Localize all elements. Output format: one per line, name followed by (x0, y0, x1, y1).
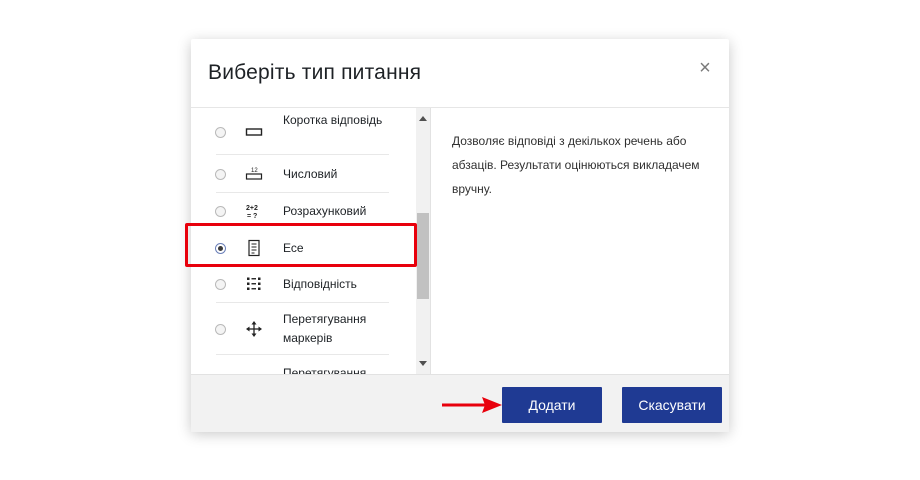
short-answer-icon (245, 128, 263, 136)
essay-highlight-box (185, 223, 417, 267)
radio-drag-markers[interactable] (215, 324, 226, 335)
calc-icon-top: 2+2 (246, 205, 258, 212)
option-label: Коротка відповідь (283, 113, 383, 127)
option-label: Числовий (283, 167, 338, 181)
option-label: Перетягування (283, 366, 367, 374)
numerical-icon: 12 (245, 168, 263, 180)
option-drag-cutoff[interactable]: Перетягування (191, 355, 416, 374)
add-button[interactable]: Додати (502, 387, 602, 423)
drag-markers-icon (246, 321, 262, 337)
option-numerical[interactable]: 12 Числовий (191, 155, 416, 193)
dialog-title: Виберіть тип питання (208, 61, 422, 84)
type-description: Дозволяє відповіді з декількох речень аб… (452, 134, 700, 196)
radio-matching[interactable] (215, 279, 226, 290)
radio-numerical[interactable] (215, 169, 226, 180)
option-matching[interactable]: Відповідність (191, 267, 416, 303)
cancel-button[interactable]: Скасувати (622, 387, 722, 423)
close-icon[interactable]: × (695, 57, 715, 79)
scroll-up-arrow-icon[interactable] (419, 116, 427, 121)
matching-icon (247, 277, 261, 290)
option-drag-markers[interactable]: Перетягування маркерів (191, 303, 416, 355)
scroll-thumb[interactable] (417, 213, 429, 299)
list-scrollbar[interactable] (416, 108, 430, 374)
scroll-down-arrow-icon[interactable] (419, 361, 427, 366)
radio-calculated[interactable] (215, 206, 226, 217)
option-label: Перетягування маркерів (283, 312, 367, 345)
description-pane: Дозволяє відповіді з декількох речень аб… (431, 108, 729, 374)
option-label: Розрахунковий (283, 204, 367, 218)
calc-icon-bottom: = ? (247, 213, 257, 220)
option-label: Відповідність (283, 277, 357, 291)
option-short-answer[interactable]: Коротка відповідь (191, 108, 416, 155)
numerical-icon-text: 12 (251, 168, 258, 174)
dialog-header: Виберіть тип питання × (191, 39, 729, 108)
pointer-arrow-icon (442, 397, 502, 413)
calculated-icon: 2+2 = ? (246, 205, 258, 220)
radio-short-answer[interactable] (215, 127, 226, 138)
